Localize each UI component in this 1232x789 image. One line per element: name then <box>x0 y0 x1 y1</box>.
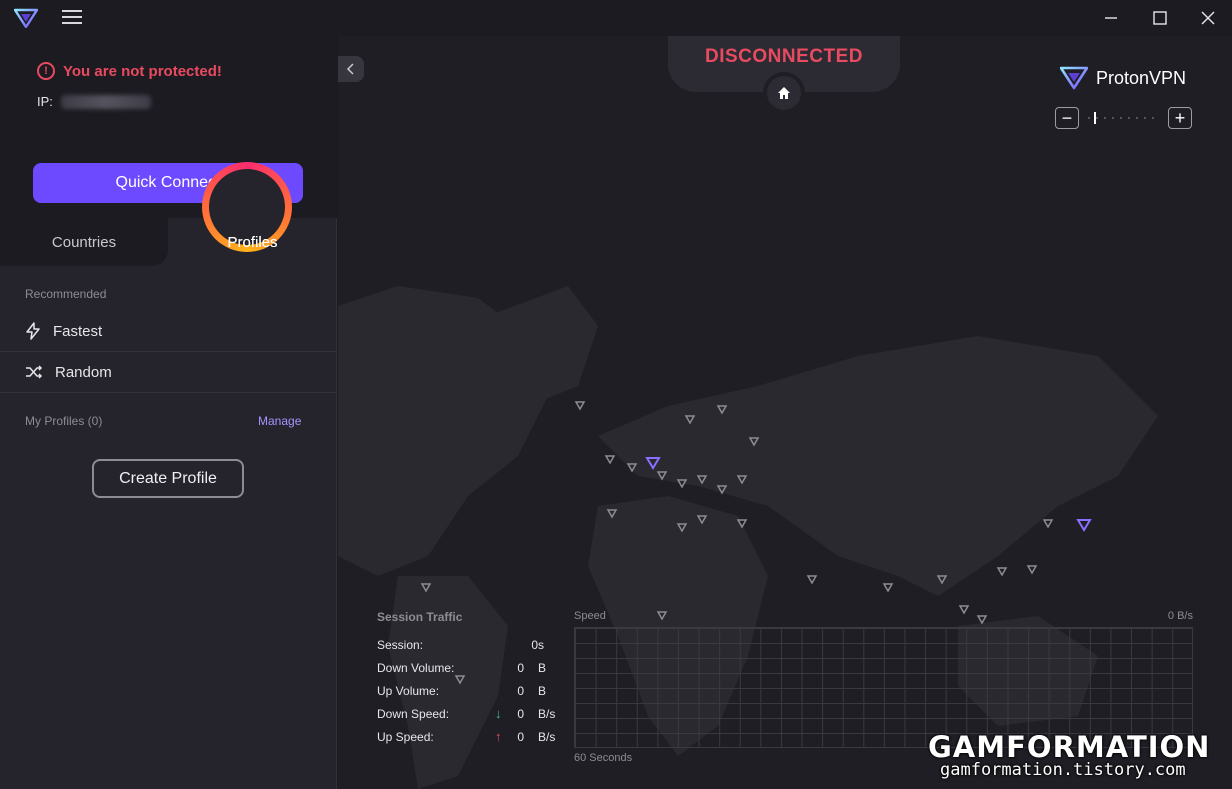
traffic-unit: B <box>538 661 547 675</box>
chevron-left-icon <box>346 63 354 75</box>
zoom-slider-track[interactable] <box>1088 117 1160 119</box>
minimize-icon[interactable] <box>1096 6 1126 30</box>
traffic-row-down-speed: Down Speed: ↓ 0 B/s <box>377 706 567 723</box>
traffic-row-session: Session: 0s <box>377 638 567 654</box>
connection-status-text: DISCONNECTED <box>704 46 863 67</box>
traffic-label: Up Volume: <box>377 684 440 698</box>
ip-label: IP: <box>37 94 53 109</box>
divider <box>0 392 337 393</box>
zoom-slider-handle[interactable] <box>1094 112 1096 124</box>
lightning-icon <box>26 322 40 340</box>
traffic-label: Down Volume: <box>377 661 455 675</box>
tab-profiles[interactable]: Profiles <box>168 218 337 266</box>
alert-icon: ! <box>37 62 55 80</box>
traffic-value: 0 <box>517 707 524 721</box>
profile-random-label: Random <box>55 363 112 381</box>
title-bar <box>0 0 1232 36</box>
traffic-label: Down Speed: <box>377 707 450 721</box>
tab-countries[interactable]: Countries <box>0 218 168 266</box>
watermark-title: GAMFORMATION <box>928 730 1211 764</box>
shuffle-icon <box>26 365 43 379</box>
brand-suffix: VPN <box>1149 67 1187 88</box>
protection-warning: ! You are not protected! <box>37 62 222 80</box>
traffic-unit: B/s <box>538 707 556 721</box>
zoom-in-button[interactable]: + <box>1168 107 1192 129</box>
create-profile-button[interactable]: Create Profile <box>92 459 244 498</box>
proton-vpn-brand: ProtonVPN <box>1060 66 1186 90</box>
warning-text: You are not protected! <box>63 62 222 80</box>
traffic-unit: B <box>538 684 547 698</box>
hamburger-menu-icon[interactable] <box>62 10 82 26</box>
speed-graph-label: Speed <box>574 610 606 622</box>
brand-text: ProtonVPN <box>1096 68 1186 89</box>
traffic-row-down-volume: Down Volume: 0 B <box>377 661 567 677</box>
traffic-row-up-volume: Up Volume: 0 B <box>377 684 567 700</box>
traffic-label: Up Speed: <box>377 730 434 744</box>
profile-fastest-label: Fastest <box>53 322 103 340</box>
proton-vpn-logo-icon <box>14 8 38 28</box>
proton-vpn-logo-icon <box>1060 66 1088 90</box>
traffic-value: 0 <box>517 730 524 744</box>
speed-graph-value: 0 B/s <box>1167 610 1193 622</box>
traffic-label: Session: <box>377 638 424 652</box>
my-profiles-label: My Profiles (0) <box>25 414 103 428</box>
traffic-unit: B/s <box>538 730 556 744</box>
profile-fastest[interactable]: Fastest <box>0 311 337 351</box>
ip-address-blurred <box>60 94 151 109</box>
close-icon[interactable] <box>1193 6 1223 30</box>
traffic-value: 0 <box>517 684 524 698</box>
watermark-url: gamformation.tistory.com <box>940 760 1186 780</box>
quick-connect-button[interactable]: Quick Connect <box>33 163 303 203</box>
maximize-icon[interactable] <box>1145 6 1175 30</box>
session-traffic-title: Session Traffic <box>377 610 463 624</box>
home-icon <box>778 87 790 99</box>
brand-name: Proton <box>1096 67 1150 88</box>
profile-random[interactable]: Random <box>0 352 337 392</box>
ip-row: IP: <box>37 94 151 109</box>
traffic-value: 0 <box>517 661 524 675</box>
home-button[interactable] <box>763 72 805 114</box>
collapse-sidebar-button[interactable] <box>338 56 364 82</box>
traffic-row-up-speed: Up Speed: ↑ 0 B/s <box>377 729 567 746</box>
down-arrow-icon: ↓ <box>495 706 502 721</box>
up-arrow-icon: ↑ <box>495 729 502 744</box>
traffic-value: 0s <box>531 638 544 652</box>
zoom-out-button[interactable]: − <box>1055 107 1079 129</box>
speed-graph-time-label: 60 Seconds <box>574 752 633 764</box>
tab-profiles-label: Profiles <box>227 233 278 251</box>
manage-profiles-link[interactable]: Manage <box>258 414 301 428</box>
recommended-label: Recommended <box>25 287 107 301</box>
connection-status-card: ! You are not protected! IP: Quick Conne… <box>0 36 337 218</box>
sidebar: ! You are not protected! IP: Quick Conne… <box>0 36 337 789</box>
sidebar-tabs: Countries Profiles <box>0 218 337 266</box>
